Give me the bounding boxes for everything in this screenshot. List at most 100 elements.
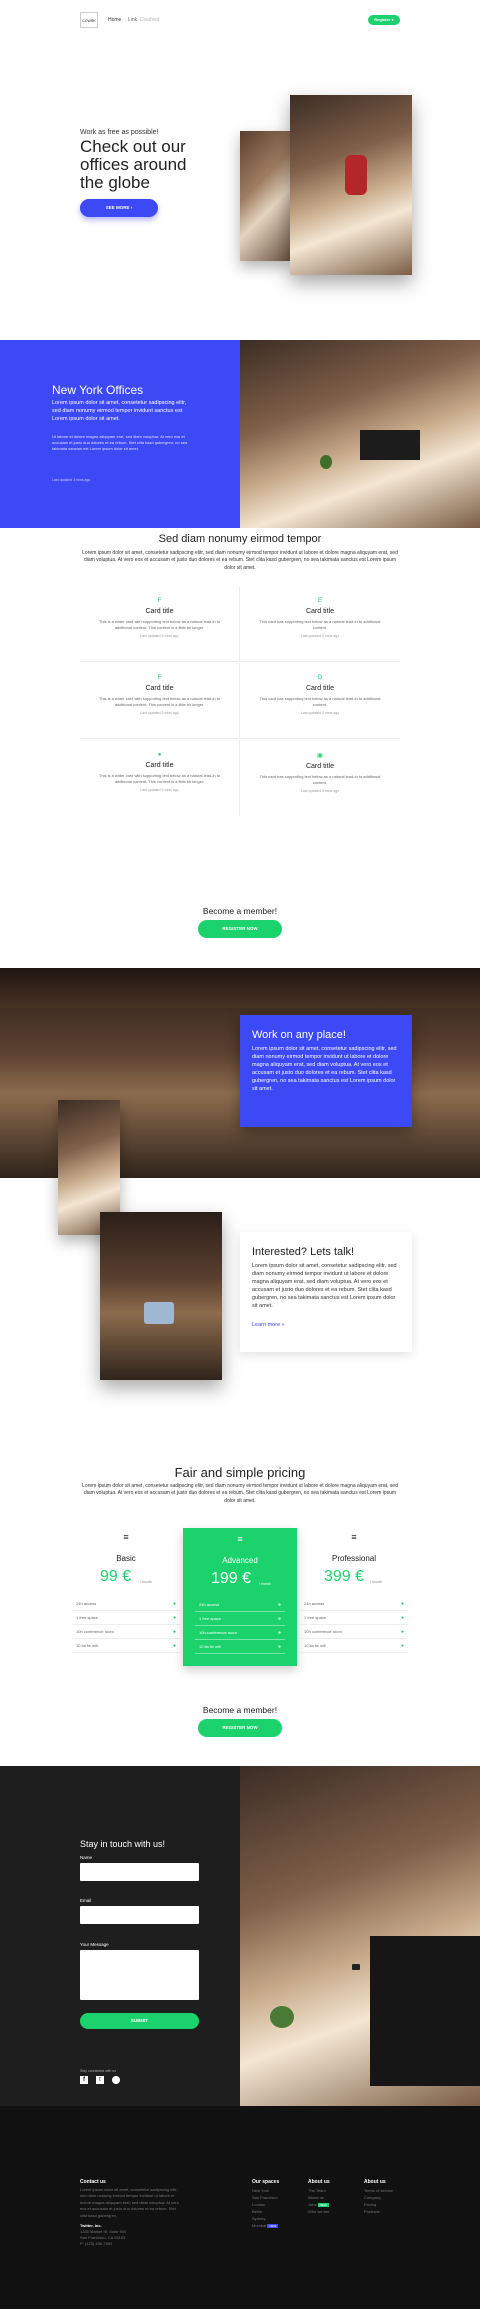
message-field[interactable] [80, 1950, 199, 2000]
footer-link-company[interactable]: Company [364, 2195, 381, 2201]
feature-icon: ● [157, 752, 162, 758]
feature-row: 10 tla fw wifi ● [72, 1639, 180, 1653]
card: ▣ Card title This card has supporting text… [240, 740, 400, 816]
check-icon: ● [172, 1642, 176, 1649]
card: ● Card title This is a wider card with sup… [80, 740, 240, 816]
feature-row: 10 tla fw wifi ● [300, 1639, 408, 1653]
feature-row: 1 free space ● [195, 1612, 285, 1626]
feature-row: 24h access ● [195, 1598, 285, 1612]
name-field[interactable] [80, 1863, 199, 1881]
feature-row: 10h conference room ● [300, 1625, 408, 1639]
feature-icon: F [157, 675, 162, 681]
footer-link-mumbai[interactable]: Mumbai NEW [252, 2223, 279, 2229]
card-updated: Last updated 3 mins ago [140, 788, 179, 793]
card-updated: Last updated 3 mins ago [300, 711, 340, 716]
nav-link-link[interactable]: Link [128, 17, 137, 23]
person-figure [345, 155, 367, 195]
hero-kicker: Work as free as possible! [80, 129, 159, 136]
footer-link-jobs[interactable]: Jobs NEW [308, 2202, 329, 2208]
check-icon: ● [172, 1628, 176, 1635]
hero-section: Work as free as possible! Check out our … [0, 40, 480, 340]
learn-more-link[interactable]: Learn more » [252, 1322, 285, 1328]
card-updated: Last updated 3 mins ago [300, 634, 340, 639]
feature-row: 10h conference room ● [72, 1625, 180, 1639]
check-icon: ● [172, 1614, 176, 1621]
card-body: This is a wider card with supporting tex… [98, 773, 221, 784]
nav-link-disabled: Disabled [140, 17, 160, 23]
card-title: Card title [305, 608, 334, 615]
plan-per: / month [140, 1580, 152, 1584]
card-body: This card has supporting text below as a… [259, 696, 381, 707]
check-icon: ● [277, 1643, 281, 1650]
footer-link-pricing[interactable]: Pricing [364, 2202, 376, 2208]
card: E Card title This card has supporting text… [240, 586, 400, 662]
email-label: Email [80, 1898, 92, 1903]
plan-per: / month [259, 1582, 271, 1586]
email-field[interactable] [80, 1906, 199, 1924]
feature-row: 1 free space ● [300, 1611, 408, 1625]
card-body: This card has supporting text below as a… [259, 619, 381, 630]
check-icon: ● [277, 1601, 281, 1608]
contact-title: Stay in touch with us! [80, 1839, 166, 1849]
check-icon: ● [172, 1600, 176, 1607]
see-more-label: SEE MORE [105, 205, 130, 210]
footer-link-berlin[interactable]: Berlin [252, 2209, 262, 2215]
card-body: This card has supporting text below as a… [259, 774, 381, 785]
plan-name: Basic [116, 1554, 136, 1563]
footer-link-london[interactable]: London [252, 2202, 265, 2208]
footer-link-the-team[interactable]: The Team [308, 2188, 326, 2194]
footer-link-about[interactable]: About us [308, 2195, 324, 2201]
feature-row: 1 free space ● [72, 1611, 180, 1625]
member-title-1: Become a member! [202, 906, 278, 916]
plan-basic: ≡ Basic 99 € / month 24h access ● 1 free … [72, 1530, 180, 1658]
pricing-lead: Lorem ipsum dolor sit amet, consetetur s… [82, 1483, 398, 1504]
ny-office-image [240, 340, 480, 528]
footer-link-who-we-are[interactable]: Who we are [308, 2209, 329, 2215]
footer-contact-body: Lorem ipsum dolor sit amet, consetetur s… [80, 2187, 179, 2218]
feature-icon: E [317, 598, 322, 604]
register-now-button-1[interactable]: REGISTER NOW [198, 920, 282, 938]
camera-icon [352, 1964, 360, 1970]
talk-body: Lorem ipsum dolor sit amet, consetetur s… [252, 1263, 397, 1309]
twitter-icon[interactable]: t [96, 2076, 104, 2084]
footer-spaces-heading: Our spaces [252, 2179, 280, 2185]
hero-image-front [290, 95, 412, 275]
hero-image-back [240, 131, 290, 261]
nav-link-home[interactable]: Home [108, 17, 121, 23]
see-more-button[interactable]: SEE MORE › [80, 199, 158, 217]
card-body: This is a wider card with supporting tex… [98, 696, 221, 707]
card: F Card title This is a wider card with sup… [80, 586, 240, 662]
plan-features: 24h access ● 1 free space ● 10h conference… [300, 1597, 408, 1653]
feature-row: 24h access ● [72, 1597, 180, 1611]
register-button[interactable]: Register ● [368, 15, 400, 25]
plan-features: 24h access ● 1 free space ● 10h conference… [195, 1598, 285, 1654]
features-title: Sed diam nonumy eirmod tempor [158, 533, 322, 545]
footer-link-sydney[interactable]: Sydney [252, 2216, 265, 2222]
card-title: Card title [145, 608, 174, 615]
pricing-title: Fair and simple pricing [174, 1465, 306, 1480]
plan-price: 399 € [324, 1568, 365, 1585]
github-icon[interactable] [112, 2076, 120, 2084]
feature-row: 10h conference room ● [195, 1626, 285, 1640]
chevron-right-icon: › [130, 205, 133, 210]
register-now-button-2[interactable]: REGISTER NOW [198, 1719, 282, 1737]
anyplace-body: Lorem ipsum dolor sit amet, consetetur s… [252, 1046, 397, 1092]
check-icon: ● [400, 1628, 404, 1635]
feature-icon: ▣ [317, 753, 323, 759]
logo[interactable]: COWRK [80, 12, 98, 28]
footer-address-4: P: (123) 456-7890 [80, 2241, 113, 2246]
ny-small: Ut labore et dolore magna aliquyam erat,… [52, 434, 188, 451]
footer-link-terms[interactable]: Terms of service [364, 2188, 393, 2194]
features-lead: Lorem ipsum dolor sit amet, consetetur s… [82, 550, 398, 571]
footer-link-products[interactable]: Products [364, 2209, 380, 2215]
footer-link-new-york[interactable]: New York [252, 2188, 269, 2194]
submit-button[interactable]: SUBMIT [80, 2013, 199, 2029]
talk-card: Interested? Lets talk! Lorem ipsum dolor… [240, 1232, 412, 1352]
facebook-icon[interactable]: f [80, 2076, 88, 2084]
ny-section: New York Offices Lorem ipsum dolor sit a… [0, 340, 480, 528]
anyplace-title: Work on any place! [252, 1029, 346, 1041]
feature-icon: D [317, 675, 323, 681]
jobs-label: Jobs [308, 2202, 317, 2207]
plan-professional: ≡ Professional 399 € / month 24h access ●… [300, 1530, 408, 1658]
footer-link-san-francisco[interactable]: San Francisco [252, 2195, 278, 2201]
